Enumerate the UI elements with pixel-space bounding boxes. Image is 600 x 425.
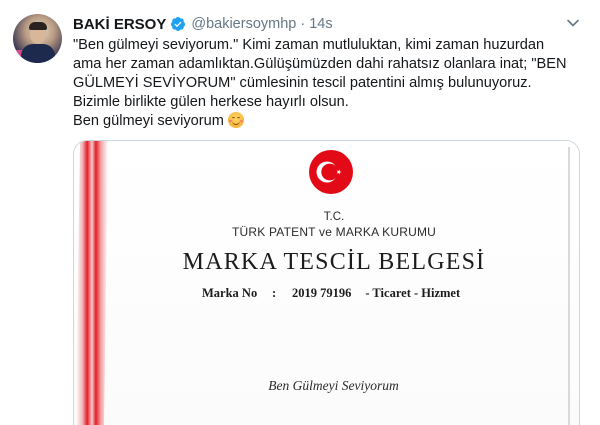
mark-number-colon: :	[272, 286, 277, 300]
avatar[interactable]	[13, 14, 62, 63]
certificate-title: MARKA TESCİL BELGESİ	[182, 249, 486, 275]
certificate-document: T.C. TÜRK PATENT ve MARKA KURUMU MARKA T…	[74, 141, 579, 425]
avatar-hair	[29, 22, 47, 30]
author-handle[interactable]: @bakiersoymhp	[191, 16, 296, 32]
author-name[interactable]: BAKİ ERSOY	[73, 16, 166, 33]
tweet-line: ama her zaman adamlıktan.Gülüşümüzden da…	[73, 56, 567, 72]
mark-type: - Ticaret - Hizmet	[365, 286, 461, 300]
mark-number-label: Marka No	[202, 286, 258, 300]
certificate-institution: TÜRK PATENT ve MARKA KURUMU	[231, 225, 437, 239]
tweet-line-last: Ben gülmeyi seviyorum	[73, 112, 573, 131]
tweet-line: Bizimle birlikte gülen herkese hayırlı o…	[73, 94, 349, 110]
chevron-down-icon[interactable]	[566, 16, 580, 30]
separator-dot: ·	[300, 16, 306, 32]
turkish-flag-emblem-icon	[309, 150, 353, 194]
tweet-image[interactable]: T.C. TÜRK PATENT ve MARKA KURUMU MARKA T…	[73, 140, 580, 425]
trademark-text: Ben Gülmeyi Seviyorum	[268, 378, 399, 393]
smiling-face-emoji-icon	[227, 112, 244, 128]
mark-number-value: 2019 79196	[292, 286, 352, 300]
mark-number-row: Marka No: 2019 79196 - Ticaret - Hizmet	[202, 286, 460, 301]
tweet-timestamp[interactable]: 14s	[309, 16, 332, 32]
tweet-line: "Ben gülmeyi seviyorum." Kimi zaman mutl…	[73, 37, 545, 53]
tweet-line: GÜLMEYİ SEVİYORUM" cümlesinin tescil pat…	[73, 75, 532, 91]
avatar-shirt	[21, 44, 55, 63]
tweet-text: "Ben gülmeyi seviyorum." Kimi zaman mutl…	[73, 36, 573, 131]
certificate-country: T.C.	[323, 211, 345, 223]
tweet-line: Ben gülmeyi seviyorum	[73, 113, 224, 129]
tweet-header: BAKİ ERSOY @bakiersoymhp · 14s	[73, 14, 333, 34]
verified-badge-icon	[171, 17, 186, 31]
